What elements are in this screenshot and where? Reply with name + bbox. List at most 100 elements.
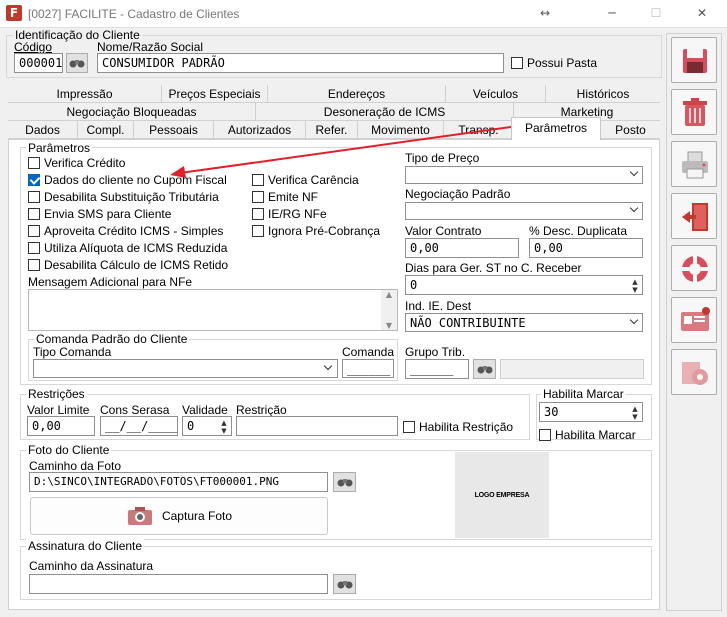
- validade-input[interactable]: 0 ▲ ▼: [182, 416, 232, 436]
- tab-desoneracao-icms[interactable]: Desoneração de ICMS: [256, 103, 514, 121]
- negociacao-select[interactable]: [405, 202, 643, 220]
- grupo-trib-search-button[interactable]: [473, 359, 496, 379]
- codigo-input[interactable]: 000001: [14, 53, 63, 73]
- logo-empresa-image: LOGO EMPRESA: [455, 452, 549, 538]
- tab-compl[interactable]: Compl.: [78, 121, 134, 139]
- tab-precos-especiais[interactable]: Preços Especiais: [162, 85, 268, 103]
- tab-negociacao-bloqueadas[interactable]: Negociação Bloqueadas: [8, 103, 256, 121]
- valor-contrato-input[interactable]: 0,00: [405, 238, 519, 258]
- settings-button[interactable]: [671, 349, 717, 395]
- id-card-button[interactable]: [671, 297, 717, 343]
- assinatura-group-label: Assinatura do Cliente: [26, 539, 145, 553]
- verifica-credito-box[interactable]: [28, 157, 40, 169]
- save-button[interactable]: [671, 37, 717, 83]
- close-button[interactable]: ✕: [692, 4, 712, 22]
- comanda-input[interactable]: ______: [342, 359, 394, 378]
- negociacao-chevron-icon[interactable]: [628, 203, 640, 216]
- habilita-marcar-input[interactable]: 30 ▲ ▼: [539, 402, 643, 422]
- settings-gear-icon: [682, 362, 708, 385]
- cons-serasa-label: Cons Serasa: [100, 403, 170, 417]
- tipo-comanda-select[interactable]: [33, 359, 338, 378]
- scroll-up-icon[interactable]: ▲: [381, 290, 397, 299]
- utiliza-aliquota-box[interactable]: [28, 242, 40, 254]
- aproveita-credito-checkbox[interactable]: Aproveita Crédito ICMS - Simples: [28, 224, 223, 238]
- validade-spinner-icon[interactable]: ▲ ▼: [219, 419, 229, 435]
- search-binoculars-button[interactable]: [66, 53, 88, 73]
- tab-veiculos[interactable]: Veículos: [446, 85, 546, 103]
- dias-spinner-icon[interactable]: ▲ ▼: [630, 278, 640, 294]
- negociacao-label: Negociação Padrão: [405, 187, 511, 201]
- help-button[interactable]: [671, 245, 717, 291]
- valor-limite-input[interactable]: 0,00: [27, 416, 95, 436]
- mensagem-textarea[interactable]: ▲ ▼: [28, 289, 398, 331]
- tab-transp[interactable]: Transp.: [444, 121, 514, 139]
- grupo-trib-input[interactable]: ______: [405, 359, 469, 379]
- possui-pasta-checkbox[interactable]: Possui Pasta: [511, 56, 597, 70]
- envia-sms-checkbox[interactable]: Envia SMS para Cliente: [28, 207, 171, 221]
- desabilita-st-box[interactable]: [28, 191, 40, 203]
- habilita-marcar-box[interactable]: [539, 429, 551, 441]
- delete-button[interactable]: [671, 89, 717, 135]
- habilita-restricao-checkbox[interactable]: Habilita Restrição: [403, 420, 513, 434]
- ind-ie-select[interactable]: NÃO CONTRIBUINTE: [405, 313, 643, 332]
- desabilita-icms-retido-box[interactable]: [28, 259, 40, 271]
- possui-pasta-box[interactable]: [511, 57, 523, 69]
- dias-input[interactable]: 0 ▲ ▼: [405, 275, 643, 295]
- caminho-foto-search-button[interactable]: [333, 472, 356, 492]
- verifica-carencia-box[interactable]: [252, 174, 264, 186]
- cons-serasa-input[interactable]: __/__/____: [100, 416, 178, 436]
- tab-dados[interactable]: Dados: [8, 121, 78, 139]
- caminho-foto-input[interactable]: D:\SINCO\INTEGRADO\FOTOS\FT000001.PNG: [29, 472, 328, 492]
- desc-duplicata-input[interactable]: 0,00: [529, 238, 643, 258]
- ie-rg-nfe-checkbox[interactable]: IE/RG NFe: [252, 207, 327, 221]
- tab-pessoais[interactable]: Pessoais: [134, 121, 214, 139]
- tab-movimento[interactable]: Movimento: [358, 121, 444, 139]
- maximize-button[interactable]: ☐: [646, 4, 666, 22]
- print-button[interactable]: [671, 141, 717, 187]
- utiliza-aliquota-checkbox[interactable]: Utiliza Alíquota de ICMS Reduzida: [28, 241, 227, 255]
- envia-sms-box[interactable]: [28, 208, 40, 220]
- desabilita-icms-retido-checkbox[interactable]: Desabilita Cálculo de ICMS Retido: [28, 258, 228, 272]
- habilita-restricao-box[interactable]: [403, 421, 415, 433]
- captura-foto-button[interactable]: Captura Foto: [30, 497, 328, 535]
- nome-input[interactable]: CONSUMIDOR PADRÃO: [97, 53, 504, 73]
- tab-autorizados[interactable]: Autorizados: [214, 121, 306, 139]
- tipo-comanda-chevron-icon[interactable]: [322, 361, 334, 374]
- habilita-marcar-checkbox[interactable]: Habilita Marcar: [539, 428, 636, 442]
- tab-parametros[interactable]: Parâmetros: [511, 117, 601, 140]
- ignora-pre-cobranca-checkbox[interactable]: Ignora Pré-Cobrança: [252, 224, 380, 238]
- ie-rg-nfe-box[interactable]: [252, 208, 264, 220]
- ignora-pre-cobranca-box[interactable]: [252, 225, 264, 237]
- emite-nf-box[interactable]: [252, 191, 264, 203]
- caminho-assinatura-search-button[interactable]: [333, 574, 356, 594]
- tab-impressao[interactable]: Impressão: [8, 85, 162, 103]
- ie-rg-nfe-label: IE/RG NFe: [268, 207, 327, 221]
- aproveita-credito-box[interactable]: [28, 225, 40, 237]
- tab-refer[interactable]: Refer.: [306, 121, 358, 139]
- restricao-input[interactable]: [236, 416, 398, 436]
- habilita-marcar-spinner-icon[interactable]: ▲ ▼: [630, 405, 640, 421]
- window-title: [0027] FACILITE - Cadastro de Clientes: [28, 7, 240, 21]
- comanda-label: Comanda: [342, 345, 395, 359]
- tab-enderecos[interactable]: Endereços: [268, 85, 446, 103]
- verifica-carencia-checkbox[interactable]: Verifica Carência: [252, 173, 359, 187]
- scroll-down-icon[interactable]: ▼: [381, 321, 397, 330]
- tab-historicos[interactable]: Históricos: [546, 85, 660, 103]
- exit-button[interactable]: [671, 193, 717, 239]
- ind-ie-chevron-icon[interactable]: [628, 315, 640, 328]
- tipo-preco-chevron-icon[interactable]: [628, 167, 640, 180]
- verifica-credito-checkbox[interactable]: Verifica Crédito: [28, 156, 125, 170]
- foto-group-label: Foto do Cliente: [26, 443, 112, 457]
- minimize-button[interactable]: ─: [602, 4, 622, 22]
- possui-pasta-label: Possui Pasta: [527, 56, 598, 70]
- resize-arrows-icon[interactable]: ↔: [535, 4, 555, 22]
- desabilita-st-checkbox[interactable]: Desabilita Substituição Tributária: [28, 190, 219, 204]
- dados-cupom-fiscal-box[interactable]: [28, 174, 40, 186]
- caminho-assinatura-input[interactable]: [29, 574, 328, 594]
- tipo-preco-select[interactable]: [405, 166, 643, 184]
- save-icon: [683, 49, 707, 73]
- mensagem-scrollbar[interactable]: ▲ ▼: [381, 290, 397, 330]
- dados-cupom-fiscal-checkbox[interactable]: Dados do cliente no Cupom Fiscal: [28, 173, 227, 187]
- emite-nf-checkbox[interactable]: Emite NF: [252, 190, 318, 204]
- tab-posto[interactable]: Posto: [601, 121, 660, 139]
